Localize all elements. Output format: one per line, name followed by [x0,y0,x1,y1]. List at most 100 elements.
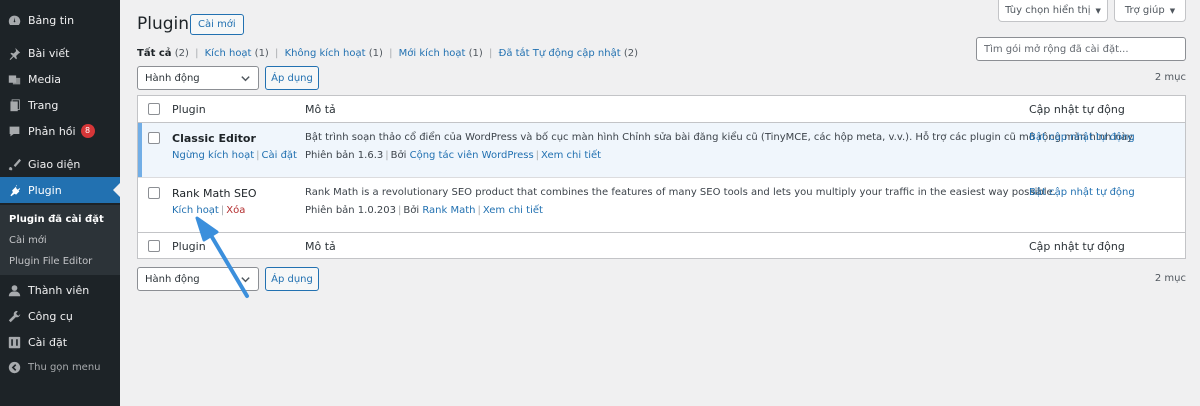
menu-label: Bài viết [28,46,70,60]
author-link[interactable]: Cộng tác viên WordPress [410,150,534,161]
search-plugins-input[interactable] [976,37,1186,61]
author-link[interactable]: Rank Math [422,205,475,216]
view-details-link[interactable]: Xem chi tiết [541,150,601,161]
column-header-auto-update: Cập nhật tự động [1029,103,1125,116]
menu-label: Bảng tin [28,13,75,27]
filter-all[interactable]: Tất cả [137,48,172,59]
submenu-installed-plugins[interactable]: Plugin đã cài đặt [9,214,104,225]
plugin-name: Classic Editor [172,132,256,145]
menu-item-plugins[interactable]: Plugin [0,177,120,203]
table-row: Rank Math SEO Kích hoạt | Xóa Rank Math is… [138,177,1185,232]
by-label: Bởi [390,150,407,161]
activate-link[interactable]: Kích hoạt [172,205,219,216]
menu-label: Plugin [28,183,62,197]
column-header-auto-update: Cập nhật tự động [1029,240,1125,253]
meta-separator: | [477,205,481,216]
items-count-top: 2 mục [1154,72,1186,83]
add-new-plugin-button[interactable]: Cài mới [190,14,244,35]
menu-label: Thành viên [28,283,90,297]
delete-link[interactable]: Xóa [226,205,245,216]
screen-options-button[interactable]: Tùy chọn hiển thị ▼ [998,0,1108,22]
menu-item-settings[interactable]: Cài đặt [0,329,120,355]
view-details-link[interactable]: Xem chi tiết [483,205,543,216]
menu-item-media[interactable]: Media [0,66,120,92]
filter-count: (2) [174,48,189,59]
row-actions: Kích hoạt | Xóa [172,205,245,216]
wrench-icon [0,310,28,323]
menu-item-comments[interactable]: Phản hồi 8 [0,118,120,144]
by-label: Bởi [403,205,420,216]
row-actions: Ngừng kích hoạt | Cài đặt [172,150,297,161]
collapse-menu-button[interactable]: Thu gọn menu [0,354,120,380]
menu-label: Media [28,72,62,86]
column-header-description: Mô tả [305,103,336,116]
chevron-down-icon [241,276,250,282]
action-separator: | [256,150,260,161]
row-checkbox[interactable] [148,187,160,199]
enable-auto-update-link[interactable]: Bật cập nhật tự động [1029,187,1135,198]
filter-auto-update-disabled[interactable]: Đã tắt Tự động cập nhật [499,48,621,59]
deactivate-link[interactable]: Ngừng kích hoạt [172,150,254,161]
caret-down-icon: ▼ [1169,6,1176,15]
column-header-description: Mô tả [305,240,336,253]
items-count-bottom: 2 mục [1154,273,1186,284]
bulk-action-select-top[interactable]: Hành động [137,66,259,90]
menu-item-appearance[interactable]: Giao diện [0,151,120,177]
table-footer: Plugin Mô tả Cập nhật tự động [138,232,1185,259]
enable-auto-update-link[interactable]: Bật cập nhật tự động [1029,132,1135,143]
filter-count: (1) [254,48,269,59]
filter-separator: | [389,48,393,59]
filter-count: (2) [623,48,638,59]
bulk-action-select-bottom[interactable]: Hành động [137,267,259,291]
menu-item-dashboard[interactable]: Bảng tin [0,7,120,33]
submenu-add-new[interactable]: Cài mới [9,235,47,246]
select-all-checkbox[interactable] [148,240,160,252]
menu-item-pages[interactable]: Trang [0,92,120,118]
pin-icon [0,47,28,60]
select-all-checkbox[interactable] [148,103,160,115]
media-icon [0,73,28,86]
apply-button-top[interactable]: Áp dụng [265,66,319,90]
bulk-action-label: Hành động [145,72,200,84]
plugin-meta: Phiên bản 1.0.203 | Bởi Rank Math | Xem chi … [305,205,543,216]
collapse-icon [0,361,28,374]
table-row: Classic Editor Ngừng kích hoạt | Cài đặt B… [138,123,1185,178]
filter-active[interactable]: Kích hoạt [205,48,252,59]
filter-separator: | [489,48,493,59]
filter-inactive[interactable]: Không kích hoạt [285,48,366,59]
screen-options-label: Tùy chọn hiển thị [1005,5,1091,16]
page-title: Plugin [137,14,190,34]
caret-down-icon: ▼ [1095,6,1101,15]
settings-icon [0,336,28,349]
menu-item-users[interactable]: Thành viên [0,277,120,303]
column-header-plugin: Plugin [172,240,206,253]
bulk-action-label: Hành động [145,273,200,285]
menu-item-tools[interactable]: Công cụ [0,303,120,329]
meta-separator: | [385,150,389,161]
meta-separator: | [535,150,540,161]
admin-sidebar: Bảng tin Bài viết Media Trang Phản hồi 8… [0,0,120,406]
filter-recently-active[interactable]: Mới kích hoạt [399,48,466,59]
settings-link[interactable]: Cài đặt [262,150,297,161]
menu-label: Giao diện [28,157,81,171]
filter-count: (1) [468,48,483,59]
plugin-meta: Phiên bản 1.6.3 | Bởi Cộng tác viên WordPr… [305,150,601,161]
plugin-status-filters: Tất cả (2) | Kích hoạt (1) | Không kích … [137,48,638,59]
plugins-table: Plugin Mô tả Cập nhật tự động Classic Ed… [137,95,1186,259]
help-button[interactable]: Trợ giúp ▼ [1114,0,1186,22]
comment-count-badge: 8 [80,124,95,138]
column-header-plugin: Plugin [172,103,206,116]
apply-button-bottom[interactable]: Áp dụng [265,267,319,291]
menu-label: Công cụ [28,309,73,323]
menu-label: Cài đặt [28,335,68,349]
submenu-plugin-file-editor[interactable]: Plugin File Editor [9,256,92,267]
plugin-icon [0,184,28,197]
filter-count: (1) [368,48,383,59]
plugin-version: Phiên bản 1.0.203 [305,205,396,216]
row-checkbox[interactable] [148,132,160,144]
help-label: Trợ giúp [1124,5,1165,16]
menu-item-posts[interactable]: Bài viết [0,40,120,66]
filter-separator: | [195,48,199,59]
action-separator: | [220,205,225,216]
brush-icon [0,158,28,171]
